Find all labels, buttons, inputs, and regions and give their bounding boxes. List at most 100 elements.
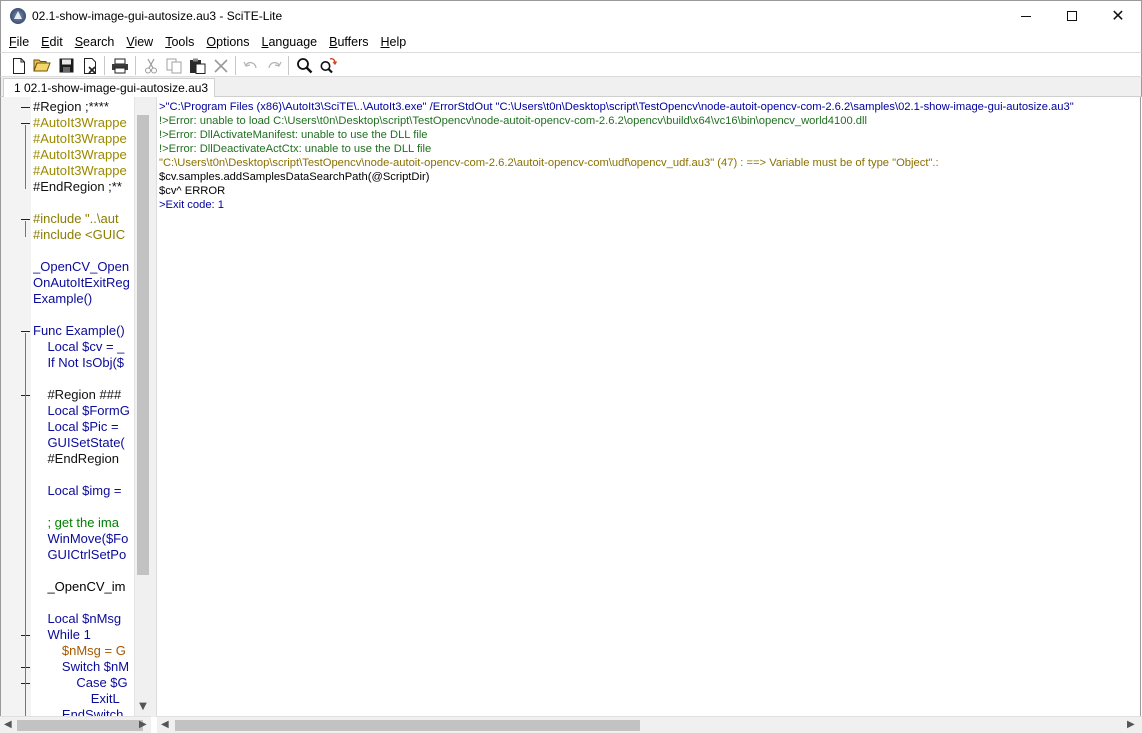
output-pane[interactable]: >"C:\Program Files (x86)\AutoIt3\SciTE\.… <box>157 97 1141 717</box>
fold-toggle-icon[interactable] <box>21 123 30 124</box>
menu-item-search[interactable]: Search <box>69 35 121 49</box>
code-line: _OpenCV_Open <box>33 259 130 274</box>
code-line: #Region ;**** <box>33 99 109 114</box>
code-line: #AutoIt3Wrappe <box>33 163 127 178</box>
close-icon: ✕ <box>1111 6 1125 25</box>
editor-vertical-scrollbar[interactable]: ▼ <box>134 97 151 717</box>
fold-margin[interactable] <box>1 97 31 717</box>
menu-label-rest: elp <box>389 34 407 49</box>
editor-horizontal-scroll-thumb[interactable] <box>17 720 143 731</box>
output-line: !>Error: DllDeactivateActCtx: unable to … <box>159 143 432 155</box>
fold-guide-line <box>25 333 26 717</box>
menu-mnemonic: S <box>74 34 84 49</box>
menu-label-rest: earch <box>83 34 115 49</box>
code-line: GUISetState( <box>33 435 125 450</box>
code-line: Case $G <box>33 675 128 690</box>
title-bar: 02.1-show-image-gui-autosize.au3 - SciTE… <box>0 0 1142 31</box>
code-line: GUICtrlSetPo <box>33 547 127 562</box>
scite-app-icon[interactable] <box>10 8 26 24</box>
menu-label-rest: uffers <box>337 34 369 49</box>
code-line: Local $img = <box>33 483 122 498</box>
output-horizontal-scrollbar[interactable]: ◀ ▶ <box>157 716 1142 733</box>
code-line: #AutoIt3Wrappe <box>33 131 127 146</box>
copy-icon[interactable] <box>165 57 183 74</box>
code-text-area[interactable]: #Region ;**** #AutoIt3Wrappe #AutoIt3Wrapp… <box>33 99 135 717</box>
menu-item-view[interactable]: View <box>120 35 159 49</box>
code-line: #include "..\aut <box>33 211 119 226</box>
scroll-right-arrow-icon[interactable]: ▶ <box>1127 720 1135 730</box>
scroll-down-arrow-icon[interactable]: ▼ <box>138 702 148 712</box>
code-line: _OpenCV_im <box>33 579 126 594</box>
toolbar-separator <box>135 56 136 75</box>
close-file-icon[interactable] <box>81 57 99 74</box>
output-line: !>Error: DllActivateManifest: unable to … <box>159 129 428 141</box>
menu-item-help[interactable]: Help <box>375 35 413 49</box>
scroll-right-arrow-icon[interactable]: ▶ <box>139 720 147 730</box>
maximize-icon <box>1067 11 1077 21</box>
output-line: !>Error: unable to load C:\Users\t0n\Des… <box>159 115 867 127</box>
code-line: Switch $nM <box>33 659 130 674</box>
menu-label-rest: iew <box>134 34 154 49</box>
editor-vertical-scroll-thumb[interactable] <box>137 115 149 575</box>
toolbar-separator <box>288 56 289 75</box>
maximize-button[interactable] <box>1049 1 1095 31</box>
menu-mnemonic: H <box>380 34 390 49</box>
paste-icon[interactable] <box>188 57 206 74</box>
menu-item-edit[interactable]: Edit <box>35 35 69 49</box>
toolbar-separator <box>104 56 105 75</box>
print-icon[interactable] <box>111 57 129 74</box>
code-line: While 1 <box>33 627 91 642</box>
code-line: #Region ### <box>33 387 122 402</box>
code-line: Local $nMsg <box>33 611 122 626</box>
code-line: Local $FormG <box>33 403 130 418</box>
tab-active-file[interactable]: 1 02.1-show-image-gui-autosize.au3 <box>3 78 216 97</box>
undo-icon[interactable] <box>242 57 260 74</box>
redo-icon[interactable] <box>265 57 283 74</box>
menu-item-options[interactable]: Options <box>200 35 255 49</box>
menu-item-tools[interactable]: Tools <box>159 35 200 49</box>
code-line: ExitL <box>33 691 120 706</box>
menu-label-rest: ile <box>16 34 30 49</box>
replace-icon[interactable] <box>319 57 337 74</box>
cut-icon[interactable] <box>142 57 160 74</box>
code-line: $nMsg = G <box>33 643 126 658</box>
new-file-icon[interactable] <box>10 57 28 74</box>
menu-label-rest: ools <box>171 34 195 49</box>
code-line: Example() <box>33 291 93 306</box>
code-line: WinMove($Fo <box>33 531 129 546</box>
scroll-left-arrow-icon[interactable]: ◀ <box>4 720 12 730</box>
fold-toggle-icon[interactable] <box>21 219 30 220</box>
menu-item-file[interactable]: File <box>3 35 35 49</box>
fold-toggle-icon[interactable] <box>21 107 30 108</box>
scroll-left-arrow-icon[interactable]: ◀ <box>161 720 169 730</box>
window-title: 02.1-show-image-gui-autosize.au3 - SciTE… <box>32 9 283 23</box>
save-icon[interactable] <box>57 57 75 74</box>
output-horizontal-scroll-thumb[interactable] <box>175 720 640 731</box>
code-line: #AutoIt3Wrappe <box>33 115 127 130</box>
output-line: >Exit code: 1 <box>159 199 224 211</box>
minimize-button[interactable] <box>1003 1 1049 31</box>
menu-bar: File Edit Search View Tools Options Language Bu… <box>0 31 1142 52</box>
code-editor[interactable]: #Region ;**** #AutoIt3Wrappe #AutoIt3Wrapp… <box>0 97 150 717</box>
output-text: >"C:\Program Files (x86)\AutoIt3\SciTE\.… <box>159 100 1139 212</box>
menu-item-buffers[interactable]: Buffers <box>323 35 374 49</box>
toolbar-separator <box>235 56 236 75</box>
fold-guide-line <box>25 221 26 237</box>
code-line: #AutoIt3Wrappe <box>33 147 127 162</box>
delete-icon[interactable] <box>212 57 230 74</box>
menu-mnemonic: F <box>9 34 17 49</box>
code-line: Func Example() <box>33 323 125 338</box>
close-button[interactable]: ✕ <box>1095 1 1141 31</box>
editor-horizontal-scrollbar[interactable]: ◀ ▶ <box>0 716 151 733</box>
open-folder-icon[interactable] <box>33 57 51 74</box>
code-line: #EndRegion ;** <box>33 179 122 194</box>
menu-item-language[interactable]: Language <box>256 35 324 49</box>
find-icon[interactable] <box>295 57 313 74</box>
fold-toggle-icon[interactable] <box>21 331 30 332</box>
